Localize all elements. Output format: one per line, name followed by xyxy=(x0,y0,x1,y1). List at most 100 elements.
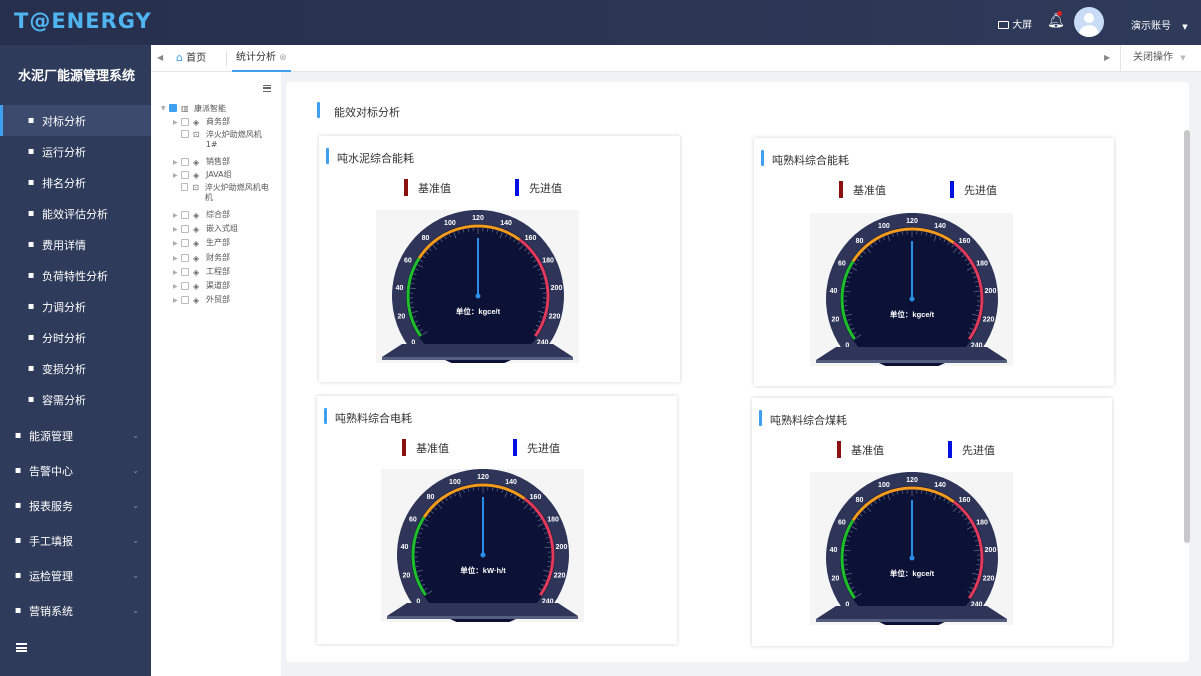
checkbox[interactable] xyxy=(181,211,189,219)
account-menu[interactable]: 演示账号 ▼ xyxy=(1131,17,1188,32)
sidebar-group-5[interactable]: ▪ 营销系统 ⌄ xyxy=(0,593,151,628)
checkbox[interactable] xyxy=(181,171,189,179)
scroll-left-icon[interactable]: ◀ xyxy=(157,45,163,72)
tree-node[interactable]: ▶ ◈ 外贸部 xyxy=(173,294,230,306)
panel-accent xyxy=(326,148,329,164)
chevron-down-icon: ⌄ xyxy=(132,571,139,580)
chevron-down-icon: ⌄ xyxy=(132,466,139,475)
expand-icon[interactable]: ▶ xyxy=(173,240,181,247)
tick-label: 220 xyxy=(549,313,561,320)
tree-node[interactable]: ▶ ◈ 工程部 xyxy=(173,266,230,278)
sidebar-group-1[interactable]: ▪ 告警中心 ⌄ xyxy=(0,453,151,488)
sidebar-item-6[interactable]: ▪ 力调分析 xyxy=(0,291,151,322)
legend-baseline: 基准值 xyxy=(839,181,886,198)
baseline-swatch xyxy=(839,181,843,198)
tree-root-label: 康派智能 xyxy=(194,103,226,113)
expand-icon[interactable]: ▶ xyxy=(173,269,181,276)
scrollbar[interactable] xyxy=(1184,130,1190,543)
checkbox[interactable] xyxy=(169,104,177,112)
tree-node[interactable]: ▶ ◈ 销售部 xyxy=(173,156,230,168)
tree-node-label: 淬火炉助燃风机1# xyxy=(205,130,262,149)
account-label: 演示账号 xyxy=(1131,21,1171,32)
checkbox[interactable] xyxy=(181,225,189,233)
sidebar-group-4[interactable]: ▪ 运检管理 ⌄ xyxy=(0,558,151,593)
chevron-down-icon: ⌄ xyxy=(132,431,139,440)
speedometer-gauge: 0 20 40 60 80 100 120 140 160 180 200 220 240 单位：kgce… xyxy=(376,209,579,368)
expand-icon[interactable]: ▶ xyxy=(173,226,181,233)
checkbox[interactable] xyxy=(181,254,189,262)
sidebar-item-1[interactable]: ▪ 运行分析 xyxy=(0,136,151,167)
checkbox[interactable] xyxy=(181,118,189,126)
checkbox[interactable] xyxy=(181,268,189,276)
tree-node[interactable]: ▶ ◈ 生产部 xyxy=(173,237,230,249)
sidebar-group-0[interactable]: ▪ 能源管理 ⌄ xyxy=(0,418,151,453)
sidebar-item-label: 容需分析 xyxy=(42,393,86,407)
tree-node-label: 外贸部 xyxy=(206,295,230,304)
tree-node[interactable]: ⊡ 淬火炉助燃风机电机 xyxy=(173,183,273,205)
sidebar-group-3[interactable]: ▪ 手工填报 ⌄ xyxy=(0,523,151,558)
tick-label: 180 xyxy=(976,520,988,527)
monitor-icon xyxy=(998,21,1009,29)
expand-icon[interactable]: ▶ xyxy=(173,297,181,304)
speedometer-gauge: 0 20 40 60 80 100 120 140 160 180 200 220 240 单位：kW·h… xyxy=(381,468,584,627)
checkbox[interactable] xyxy=(181,296,189,304)
expand-icon[interactable]: ▶ xyxy=(173,283,181,290)
tree-node[interactable]: ⊡ 淬火炉助燃风机1# xyxy=(173,130,273,152)
expand-icon[interactable]: ▶ xyxy=(173,119,181,126)
tree-node[interactable]: ▶ ◈ 嵌入式组 xyxy=(173,223,238,235)
avatar[interactable] xyxy=(1074,7,1104,37)
sidebar-group-2[interactable]: ▪ 报表服务 ⌄ xyxy=(0,488,151,523)
layers-icon: ◈ xyxy=(193,117,200,127)
chevron-down-icon: ⌄ xyxy=(132,606,139,615)
tick-label: 60 xyxy=(404,258,412,265)
layers-icon: ◈ xyxy=(193,238,200,248)
checkbox[interactable] xyxy=(181,282,189,290)
expand-icon[interactable]: ▶ xyxy=(173,159,181,166)
tab-stats[interactable]: 统计分析 ⊗ xyxy=(232,45,291,72)
top-bar: T@ENERGY 大屏 🔔︎ 演示账号 ▼ xyxy=(0,0,1201,45)
legend-baseline: 基准值 xyxy=(404,179,451,196)
tree-node-label: 渠道部 xyxy=(206,281,230,290)
tick-label: 200 xyxy=(556,544,568,551)
sidebar-item-3[interactable]: ▪ 能效评估分析 xyxy=(0,198,151,229)
sidebar-item-5[interactable]: ▪ 负荷特性分析 xyxy=(0,260,151,291)
chevron-down-icon: ⌄ xyxy=(132,501,139,510)
sidebar-item-9[interactable]: ▪ 容需分析 xyxy=(0,384,151,415)
bell-icon[interactable]: 🔔︎ xyxy=(1047,11,1065,29)
tree-node[interactable]: ▶ ◈ 综合部 xyxy=(173,209,230,221)
tree-node[interactable]: ▶ ◈ JAVA组 xyxy=(173,169,232,181)
tree-root[interactable]: ▼ ▥ 康派智能 xyxy=(161,102,226,114)
expand-icon[interactable]: ▶ xyxy=(173,172,181,179)
tree-node[interactable]: ▶ ◈ 渠道部 xyxy=(173,280,230,292)
tab-home[interactable]: ⌂ 首页 xyxy=(176,45,206,72)
run-analysis-icon: ▪ xyxy=(27,146,35,157)
expand-icon[interactable]: ▶ xyxy=(173,212,181,219)
close-icon[interactable]: ⊗ xyxy=(279,53,287,63)
sidebar-item-label: 力调分析 xyxy=(42,300,86,314)
expand-icon[interactable]: ▶ xyxy=(173,255,181,262)
tick-label: 120 xyxy=(906,218,918,225)
checkbox[interactable] xyxy=(181,239,189,247)
legend-advanced-label: 先进值 xyxy=(527,441,560,455)
sidebar-item-0[interactable]: ▪ 对标分析 xyxy=(0,105,151,136)
checkbox[interactable] xyxy=(180,130,189,138)
expand-icon[interactable]: ▼ xyxy=(161,105,169,112)
baseline-swatch xyxy=(404,179,408,196)
fullscreen-button[interactable]: 大屏 xyxy=(998,16,1032,31)
tick-label: 120 xyxy=(477,474,489,481)
checkbox[interactable] xyxy=(180,183,189,191)
tree-node[interactable]: ▶ ◈ 财务部 xyxy=(173,252,230,264)
sidebar-item-8[interactable]: ▪ 变损分析 xyxy=(0,353,151,384)
tree-menu-icon[interactable] xyxy=(263,85,271,92)
alarm-icon: ▪ xyxy=(14,465,22,476)
collapse-menu-icon[interactable] xyxy=(16,643,27,652)
efficiency-icon: ▪ xyxy=(27,208,35,219)
legend-advanced-label: 先进值 xyxy=(962,443,995,457)
close-operations-menu[interactable]: 关闭操作 ▼ xyxy=(1133,45,1186,72)
scroll-right-icon[interactable]: ▶ xyxy=(1104,45,1110,72)
tree-node[interactable]: ▶ ◈ 商务部 xyxy=(173,116,230,128)
sidebar-item-2[interactable]: ▪ 排名分析 xyxy=(0,167,151,198)
sidebar-item-4[interactable]: ▪ 费用详情 xyxy=(0,229,151,260)
sidebar-item-7[interactable]: ▪ 分时分析 xyxy=(0,322,151,353)
checkbox[interactable] xyxy=(181,158,189,166)
